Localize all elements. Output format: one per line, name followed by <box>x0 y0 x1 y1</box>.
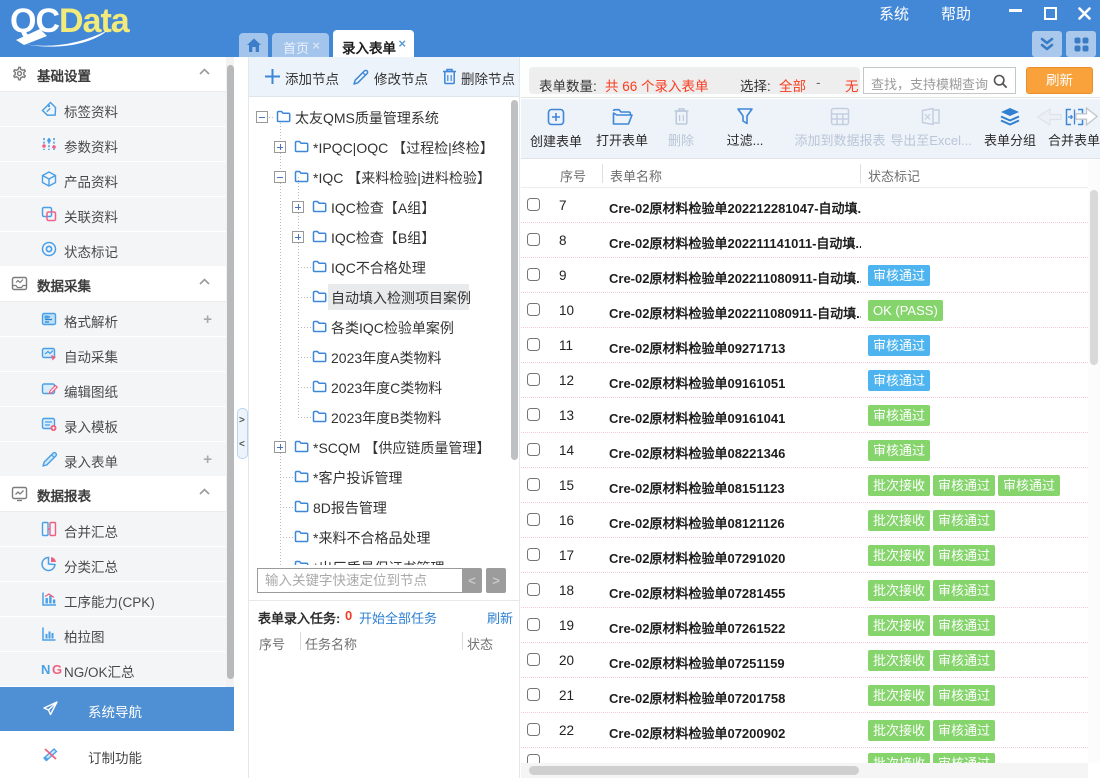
svg-text:N: N <box>41 662 50 676</box>
svg-text:G: G <box>52 662 62 676</box>
